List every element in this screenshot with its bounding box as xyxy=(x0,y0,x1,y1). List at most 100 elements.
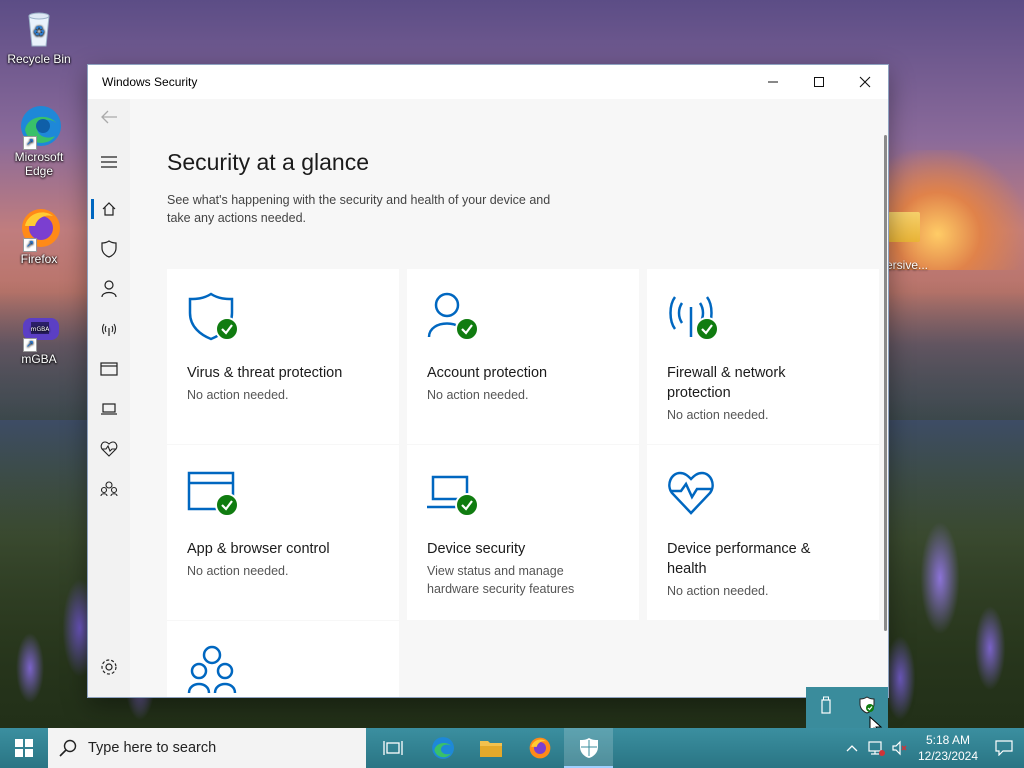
network-icon[interactable] xyxy=(864,740,888,756)
task-view-icon xyxy=(382,741,403,755)
vertical-scrollbar[interactable] xyxy=(884,135,887,631)
nav-app-browser[interactable] xyxy=(88,349,130,389)
check-badge-icon xyxy=(215,493,239,517)
back-button[interactable] xyxy=(88,99,130,135)
title-bar[interactable]: Windows Security xyxy=(88,65,888,99)
desktop-icon-firefox[interactable]: ↗ Firefox xyxy=(4,206,74,266)
shortcut-arrow-icon: ↗ xyxy=(23,338,37,352)
start-button[interactable] xyxy=(0,728,48,768)
laptop-icon xyxy=(101,403,117,415)
maximize-button[interactable] xyxy=(796,65,842,99)
nav-account-protection[interactable] xyxy=(88,269,130,309)
recycle-bin-icon: ♻ xyxy=(17,6,61,50)
clock-time: 5:18 AM xyxy=(925,733,971,747)
action-center-button[interactable] xyxy=(984,740,1024,756)
close-button[interactable] xyxy=(842,65,888,99)
gear-icon xyxy=(101,659,117,675)
nav-settings[interactable] xyxy=(88,647,130,687)
maximize-icon xyxy=(814,77,824,87)
taskbar-edge[interactable] xyxy=(417,728,466,768)
check-badge-icon xyxy=(455,317,479,341)
card-family-options[interactable] xyxy=(167,621,399,697)
card-title: Device security xyxy=(427,541,526,557)
side-nav xyxy=(88,99,130,697)
nav-device-performance[interactable] xyxy=(88,429,130,469)
edge-icon: ↗ xyxy=(17,104,61,150)
browser-window-icon xyxy=(100,362,118,376)
card-virus-threat-protection[interactable]: Virus & threat protection No action need… xyxy=(167,269,399,444)
desktop-icon-label: Microsoft Edge xyxy=(14,150,64,178)
card-title: Device performance & health xyxy=(667,541,811,577)
taskbar-file-explorer[interactable] xyxy=(466,728,515,768)
folder-icon[interactable] xyxy=(888,212,920,242)
desktop-icon-label: Recycle Bin xyxy=(7,52,71,66)
hamburger-menu-icon xyxy=(101,156,117,168)
file-explorer-icon xyxy=(479,741,502,757)
person-icon xyxy=(101,280,117,298)
card-status: No action needed. xyxy=(187,564,289,578)
check-badge-icon xyxy=(455,493,479,517)
wallpaper-sunset xyxy=(880,150,1024,270)
desktop-icon-edge[interactable]: ↗ Microsoft Edge xyxy=(4,104,74,178)
firefox-icon xyxy=(529,737,550,759)
shortcut-arrow-icon: ↗ xyxy=(23,238,37,252)
shortcut-arrow-icon: ↗ xyxy=(23,136,37,150)
taskbar-clock[interactable]: 5:18 AM 12/23/2024 xyxy=(912,732,984,764)
windows-logo-icon xyxy=(15,739,33,757)
heart-pulse-icon xyxy=(100,441,118,457)
page-description: See what's happening with the security a… xyxy=(167,193,551,225)
taskbar-firefox[interactable] xyxy=(515,728,564,768)
page-title: Security at a glance xyxy=(167,149,370,175)
card-device-performance-health[interactable]: Device performance & health No action ne… xyxy=(647,445,879,620)
shield-icon xyxy=(101,240,117,258)
card-app-browser-control[interactable]: App & browser control No action needed. xyxy=(167,445,399,620)
desktop-icon-label: Firefox xyxy=(20,252,58,266)
search-placeholder: Type here to search xyxy=(88,740,217,756)
card-title: App & browser control xyxy=(187,541,330,557)
card-status: No action needed. xyxy=(187,388,289,402)
home-icon xyxy=(102,202,116,216)
main-content: Security at a glance See what's happenin… xyxy=(130,99,888,697)
card-firewall-network-protection[interactable]: Firewall & network protection No action … xyxy=(647,269,879,444)
folder-label: ersive... xyxy=(886,258,929,272)
chevron-up-icon[interactable] xyxy=(840,744,864,752)
desktop-icon-label: mGBA xyxy=(21,352,57,366)
windows-security-icon xyxy=(579,738,598,758)
system-tray: 5:18 AM 12/23/2024 xyxy=(840,728,1024,768)
back-arrow-icon xyxy=(101,110,117,124)
check-badge-icon xyxy=(215,317,239,341)
volume-muted-icon[interactable] xyxy=(888,740,912,756)
close-icon xyxy=(859,76,871,88)
card-account-protection[interactable]: Account protection No action needed. xyxy=(407,269,639,444)
menu-button[interactable] xyxy=(88,135,130,189)
mgba-icon: mGBA ↗ xyxy=(17,306,61,352)
heart-pulse-icon xyxy=(667,467,717,519)
nav-device-security[interactable] xyxy=(88,389,130,429)
taskbar-windows-security[interactable] xyxy=(564,728,613,768)
nav-firewall[interactable] xyxy=(88,309,130,349)
card-status: No action needed. xyxy=(667,584,769,598)
edge-icon xyxy=(431,737,454,759)
card-status: View status and manage hardware security… xyxy=(427,564,575,596)
minimize-button[interactable] xyxy=(750,65,796,99)
task-view-button[interactable] xyxy=(368,728,417,768)
windows-security-window: Windows Security Security at a glance Se… xyxy=(88,65,888,697)
check-badge-icon xyxy=(695,317,719,341)
family-icon xyxy=(187,643,237,695)
wireless-antenna-icon xyxy=(101,323,117,336)
card-title: Account protection xyxy=(427,365,548,381)
nav-virus-protection[interactable] xyxy=(88,229,130,269)
usb-drive-icon[interactable] xyxy=(819,696,833,719)
taskbar: Type here to search 5:18 AM 12/23/2024 xyxy=(0,728,1024,768)
card-status: No action needed. xyxy=(667,408,769,422)
card-title: Virus & threat protection xyxy=(187,365,343,381)
nav-home[interactable] xyxy=(88,189,130,229)
desktop-icon-recycle-bin[interactable]: ♻ Recycle Bin xyxy=(4,6,74,66)
card-device-security[interactable]: Device security View status and manage h… xyxy=(407,445,639,620)
notification-icon xyxy=(995,740,1013,756)
svg-text:♻: ♻ xyxy=(33,24,46,40)
desktop-icon-mgba[interactable]: mGBA ↗ mGBA xyxy=(4,306,74,366)
nav-family-options[interactable] xyxy=(88,469,130,509)
family-icon xyxy=(100,481,118,497)
taskbar-search-box[interactable]: Type here to search xyxy=(48,728,366,768)
